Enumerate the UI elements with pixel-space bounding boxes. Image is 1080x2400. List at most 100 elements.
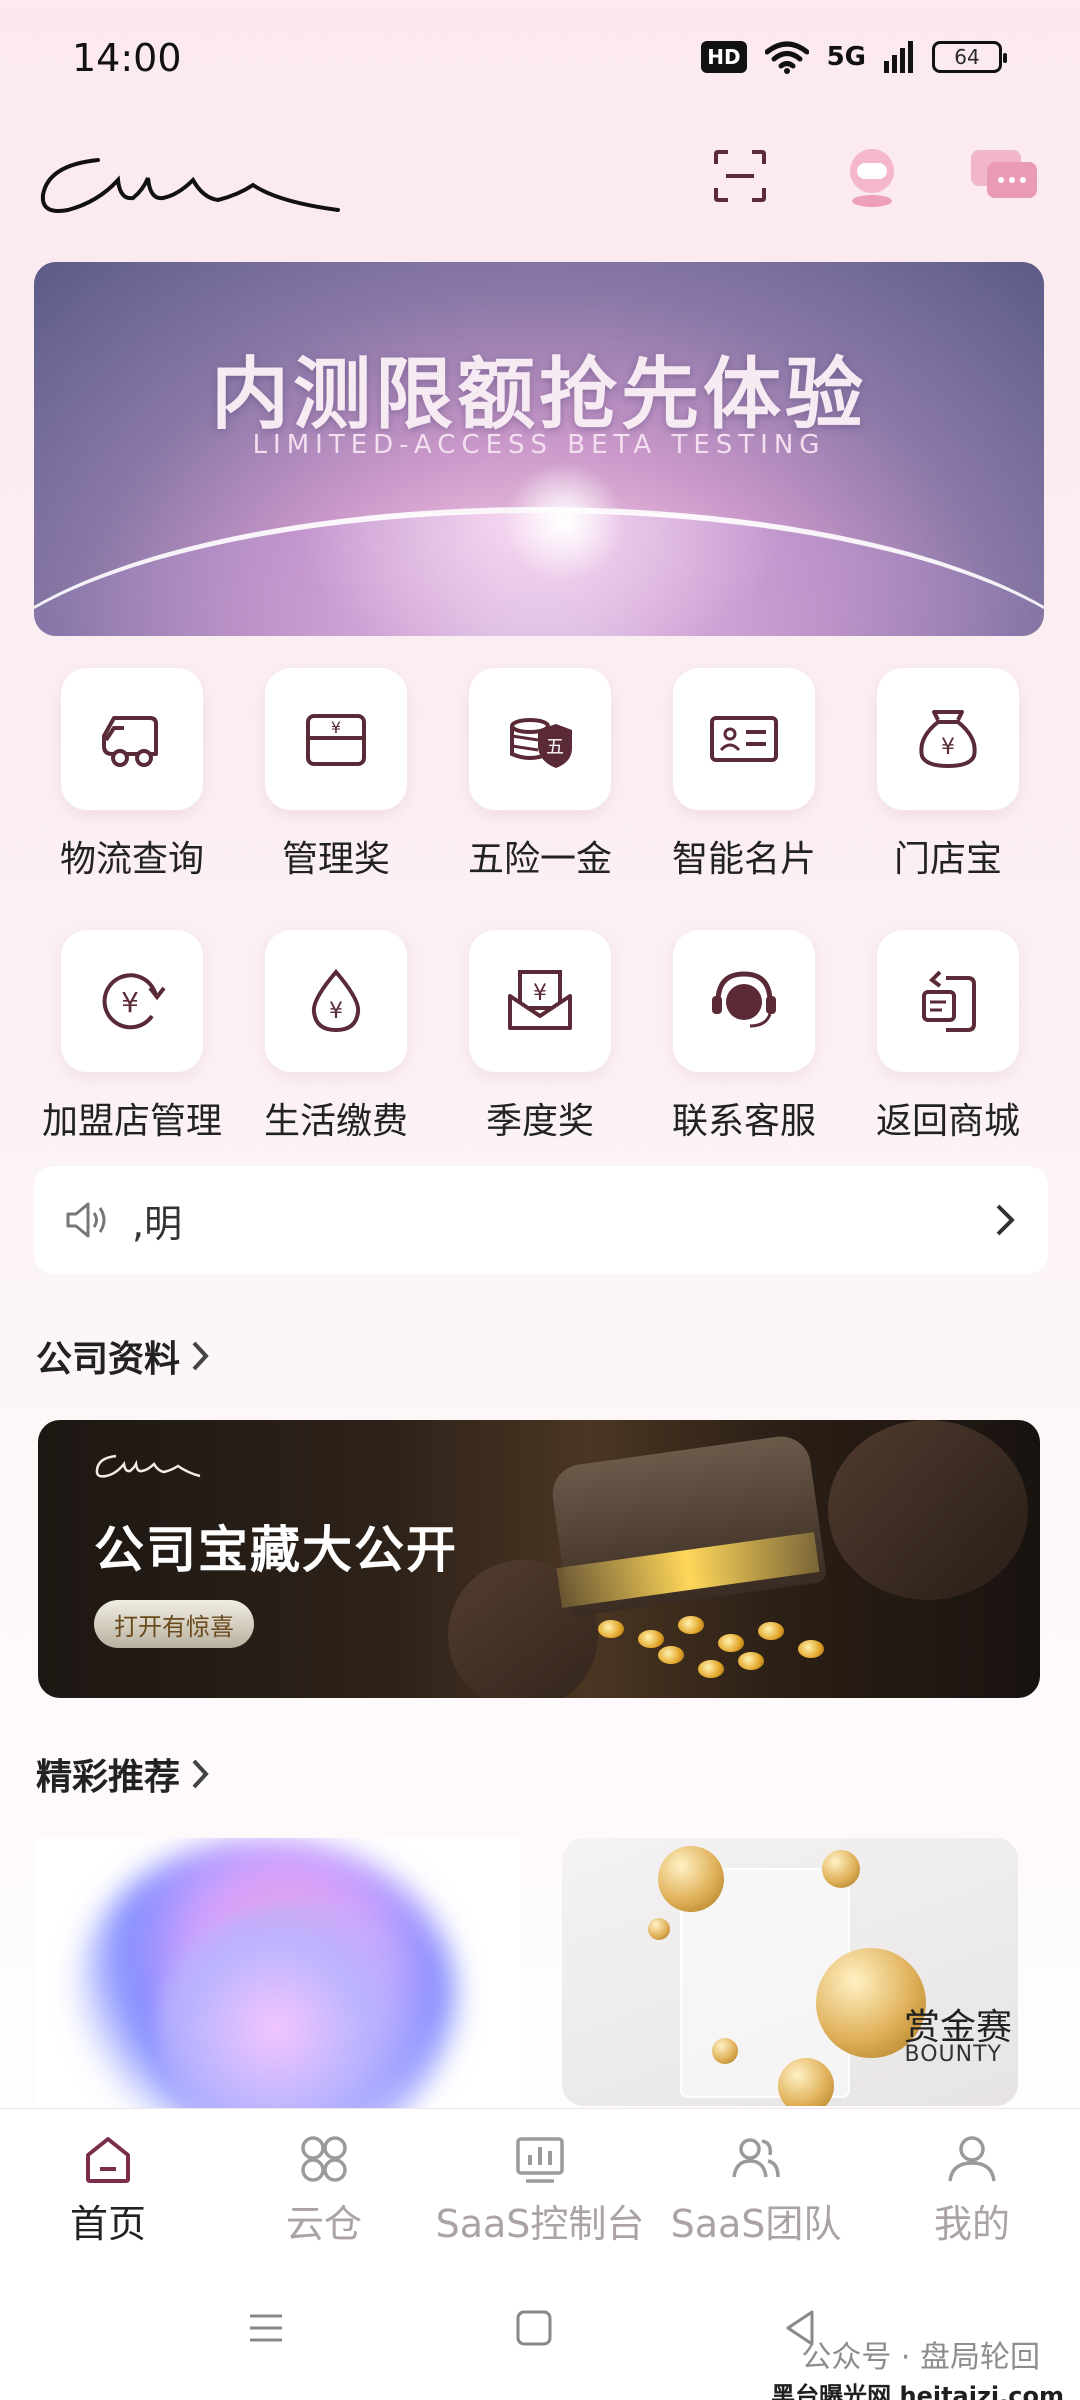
menu-nav-icon[interactable]	[246, 2308, 286, 2348]
announcement-bar[interactable]: ,明	[34, 1166, 1048, 1274]
grid-label: 门店宝	[893, 839, 1002, 880]
bottom-tab-bar: 首页 云仓 SaaS控制台 SaaS团队 我的	[0, 2108, 1080, 2268]
section-company-title[interactable]: 公司资料	[36, 1330, 212, 1382]
grid-label: 管理奖	[281, 839, 390, 880]
hand-right-decor	[828, 1420, 1028, 1600]
coin	[598, 1620, 624, 1638]
company-treasure-banner[interactable]: 公司宝藏大公开 打开有惊喜	[38, 1420, 1040, 1698]
svg-text:¥: ¥	[533, 981, 547, 1006]
coin	[698, 1660, 724, 1678]
section-company-label: 公司资料	[36, 1339, 181, 1380]
grid-item-utilities[interactable]: ¥ 生活缴费	[234, 930, 438, 1144]
grid-icon-wrap	[673, 930, 815, 1072]
coin-stack-icon: 五	[510, 718, 572, 768]
grid-item-management-bonus[interactable]: ¥ 管理奖	[234, 668, 438, 882]
company-banner-title: 公司宝藏大公开	[94, 1521, 458, 1579]
grid-icon-wrap: ¥	[877, 668, 1019, 810]
grid-item-customer-service[interactable]: 联系客服	[642, 930, 846, 1144]
coin	[638, 1630, 664, 1648]
signal-bars-icon	[884, 41, 913, 73]
tab-label: SaaS控制台	[435, 2202, 645, 2246]
gold-ball	[712, 2038, 738, 2064]
scan-icon	[714, 150, 766, 202]
grid-label: 五险一金	[467, 839, 612, 880]
grid-label: 加盟店管理	[41, 1101, 222, 1142]
money-bag-icon: ¥	[919, 710, 977, 769]
tab-cloud-warehouse[interactable]: 云仓	[216, 2109, 432, 2268]
bounty-subtitle: BOUNTY	[904, 2042, 1002, 2067]
announcement-text: ,明	[132, 1201, 183, 1246]
scan-button[interactable]	[704, 140, 776, 212]
gold-ball	[778, 2058, 834, 2106]
company-banner-logo	[95, 1454, 201, 1478]
headset-icon	[712, 971, 776, 1028]
chevron-right-icon	[996, 1204, 1015, 1236]
recommend-card-gradient[interactable]	[36, 1838, 520, 2108]
gold-ball	[648, 1918, 670, 1940]
tab-profile[interactable]: 我的	[864, 2109, 1080, 2268]
wifi-icon	[764, 41, 809, 74]
battery-indicator: 64	[932, 41, 1007, 73]
tab-saas-console[interactable]: SaaS控制台	[432, 2109, 648, 2268]
gold-ball	[658, 1846, 724, 1912]
network-label: 5G	[826, 42, 866, 72]
grid-item-insurance[interactable]: 五 五险一金	[438, 668, 642, 882]
grid-item-franchise[interactable]: ¥ 加盟店管理	[30, 930, 234, 1144]
grid-label: 返回商城	[875, 1101, 1020, 1142]
banner-subtitle: LIMITED-ACCESS BETA TESTING	[252, 430, 826, 460]
status-time: 14:00	[72, 36, 182, 80]
tab-home[interactable]: 首页	[0, 2109, 216, 2268]
home-icon	[86, 2137, 130, 2183]
truck-icon	[102, 716, 158, 767]
yen-drop-icon: ¥	[311, 968, 361, 1033]
grid-icon-wrap	[61, 668, 203, 810]
system-navigation-bar: 公众号 · 盘局轮回 黑台曝光网 heitaizi.com	[0, 2268, 1080, 2400]
tab-label: 首页	[69, 2202, 146, 2246]
yen-envelope-icon: ¥	[508, 970, 572, 1030]
grid-circles-icon	[301, 2136, 347, 2182]
grid-icon-wrap: ¥	[265, 930, 407, 1072]
home-nav-icon[interactable]	[514, 2308, 554, 2348]
grid-item-business-card[interactable]: 智能名片	[642, 668, 846, 882]
svg-text:五: 五	[546, 737, 564, 758]
wallet-icon: ¥	[306, 714, 366, 766]
brand-logo	[40, 158, 340, 213]
gold-ball	[822, 1850, 860, 1888]
grid-label: 生活缴费	[263, 1101, 408, 1142]
svg-text:¥: ¥	[941, 735, 955, 760]
feature-grid: 物流查询 ¥ 管理奖 五 五险一金 智能名片 ¥ 门店宝 ¥ 加盟店管理 ¥ 生…	[30, 668, 1050, 1144]
yen-refresh-icon: ¥	[102, 973, 166, 1030]
grid-label: 季度奖	[485, 1101, 594, 1142]
grid-item-logistics[interactable]: 物流查询	[30, 668, 234, 882]
chat-icon	[971, 150, 1037, 198]
status-icons: HD 5G 64	[701, 40, 1007, 74]
status-bar: 14:00 HD 5G 64	[0, 0, 1080, 120]
grid-item-store[interactable]: ¥ 门店宝	[846, 668, 1050, 882]
section-recommend-title[interactable]: 精彩推荐	[36, 1748, 212, 1800]
grid-label: 物流查询	[59, 839, 204, 880]
message-button[interactable]	[968, 140, 1040, 212]
coin	[718, 1634, 744, 1652]
coin	[678, 1616, 704, 1634]
robot-icon	[850, 149, 894, 207]
surprise-button[interactable]: 打开有惊喜	[94, 1600, 254, 1648]
hd-badge: HD	[701, 41, 747, 73]
coin	[738, 1652, 764, 1670]
svg-text:¥: ¥	[331, 718, 341, 737]
coin	[658, 1646, 684, 1664]
grid-item-return-mall[interactable]: 返回商城	[846, 930, 1050, 1144]
beta-banner[interactable]: 内测限额抢先体验 LIMITED-ACCESS BETA TESTING	[34, 262, 1044, 636]
watermark-account: 公众号 · 盘局轮回	[801, 2340, 1040, 2375]
svg-text:¥: ¥	[329, 999, 343, 1024]
tab-saas-team[interactable]: SaaS团队	[648, 2109, 864, 2268]
recommend-card-bounty[interactable]: 赏金赛 BOUNTY	[562, 1838, 1018, 2106]
coin	[798, 1640, 824, 1658]
banner-glow	[504, 462, 624, 582]
header-actions	[704, 140, 1040, 212]
grid-label: 联系客服	[671, 1101, 816, 1142]
grid-item-quarterly-bonus[interactable]: ¥ 季度奖	[438, 930, 642, 1144]
grid-icon-wrap: ¥	[469, 930, 611, 1072]
robot-assistant-button[interactable]	[836, 140, 908, 212]
banner-title: 内测限额抢先体验	[210, 350, 867, 440]
app-header	[0, 130, 1080, 230]
